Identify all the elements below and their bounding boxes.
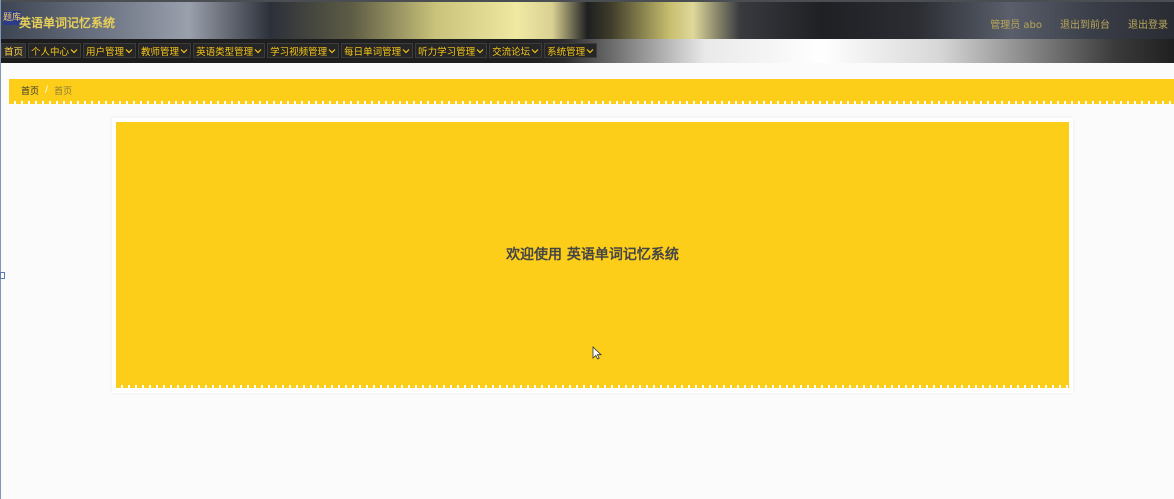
header-links: 管理员 abo 退出到前台 退出登录 — [990, 16, 1168, 31]
nav-item-label: 用户管理 — [86, 46, 125, 58]
nav-item-label: 交流论坛 — [492, 46, 531, 58]
window-frame-edge — [0, 0, 1, 499]
mouse-cursor-icon — [592, 346, 602, 360]
nav-item-label: 教师管理 — [141, 46, 180, 58]
nav-item-label: 听力学习管理 — [418, 46, 476, 58]
nav-item-user-management[interactable]: 用户管理 — [83, 43, 137, 58]
nav-item-label: 首页 — [4, 46, 24, 58]
welcome-panel-dashed-border — [116, 385, 1069, 388]
breadcrumb: 首页 / 首页 — [9, 79, 1174, 101]
chevron-down-icon — [70, 48, 78, 53]
chevron-down-icon — [254, 48, 262, 53]
resize-handle[interactable] — [0, 272, 5, 279]
main-navbar: 首页 个人中心 用户管理 教师管理 英语类型管理 学习视频管理 每日单词管理 听… — [1, 39, 1174, 63]
breadcrumb-dashed-border — [9, 101, 1174, 104]
nav-item-label: 个人中心 — [31, 46, 70, 58]
nav-item-label: 英语类型管理 — [196, 46, 254, 58]
chevron-down-icon — [125, 48, 133, 53]
welcome-message: 欢迎使用 英语单词记忆系统 — [506, 246, 679, 263]
nav-item-label: 每日单词管理 — [344, 46, 402, 58]
admin-user-link[interactable]: 管理员 abo — [990, 16, 1042, 31]
nav-item-home[interactable]: 首页 — [1, 43, 27, 58]
nav-item-system-management[interactable]: 系统管理 — [544, 43, 598, 58]
top-header: 题库 英语单词记忆系统 管理员 abo 退出到前台 退出登录 — [1, 0, 1174, 39]
chevron-down-icon — [402, 48, 410, 53]
chevron-down-icon — [586, 48, 594, 53]
app-title: 英语单词记忆系统 — [19, 16, 116, 30]
nav-item-english-type-management[interactable]: 英语类型管理 — [193, 43, 266, 58]
chevron-down-icon — [531, 48, 539, 53]
nav-item-label: 学习视频管理 — [270, 46, 328, 58]
nav-item-listening-management[interactable]: 听力学习管理 — [415, 43, 488, 58]
nav-menu: 首页 个人中心 用户管理 教师管理 英语类型管理 学习视频管理 每日单词管理 听… — [1, 43, 598, 58]
nav-item-personal-center[interactable]: 个人中心 — [28, 43, 82, 58]
chevron-down-icon — [328, 48, 336, 53]
exit-to-frontend-link[interactable]: 退出到前台 — [1060, 16, 1110, 31]
breadcrumb-current: 首页 — [54, 86, 73, 97]
breadcrumb-home-link[interactable]: 首页 — [21, 84, 39, 97]
nav-item-forum[interactable]: 交流论坛 — [489, 43, 543, 58]
breadcrumb-separator: / — [45, 85, 49, 95]
logout-link[interactable]: 退出登录 — [1128, 16, 1168, 31]
nav-item-study-video-management[interactable]: 学习视频管理 — [267, 43, 340, 58]
nav-item-teacher-management[interactable]: 教师管理 — [138, 43, 192, 58]
chevron-down-icon — [476, 48, 484, 53]
chevron-down-icon — [180, 48, 188, 53]
nav-item-label: 系统管理 — [547, 46, 586, 58]
nav-item-daily-word-management[interactable]: 每日单词管理 — [341, 43, 414, 58]
